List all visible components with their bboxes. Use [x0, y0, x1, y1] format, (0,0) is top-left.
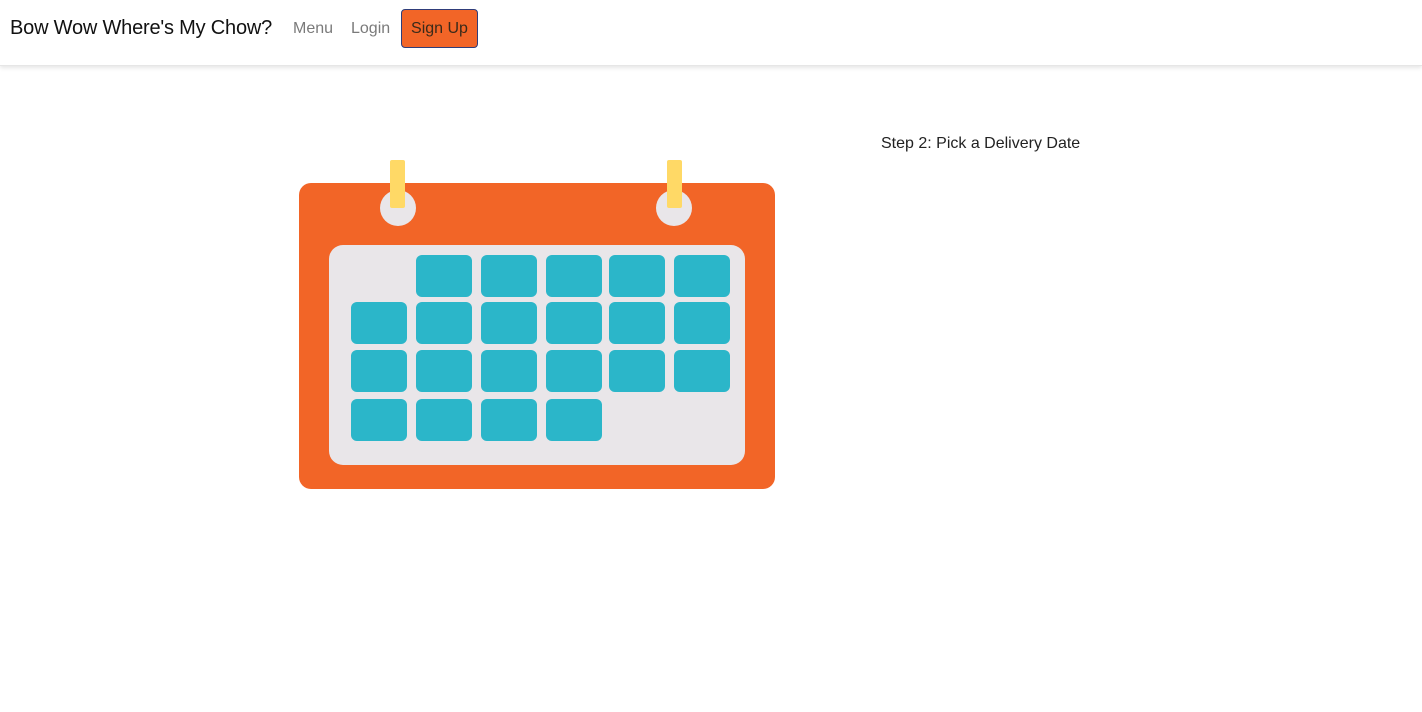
nav-link-login[interactable]: Login: [351, 20, 390, 38]
calendar-day-tile: [416, 399, 472, 441]
nav-link-menu[interactable]: Menu: [293, 20, 333, 38]
calendar-day-tile: [416, 255, 472, 297]
calendar-day-tile: [481, 350, 537, 392]
calendar-day-tile: [546, 350, 602, 392]
calendar-day-tile: [546, 255, 602, 297]
calendar-day-tile: [416, 302, 472, 344]
sign-up-button[interactable]: Sign Up: [401, 9, 478, 48]
calendar-day-tile: [481, 399, 537, 441]
calendar-day-tile: [546, 302, 602, 344]
calendar-day-tile: [546, 399, 602, 441]
calendar-day-tile: [351, 350, 407, 392]
calendar-day-tile: [674, 255, 730, 297]
step-label: Step 2: Pick a Delivery Date: [881, 135, 1081, 152]
brand-link[interactable]: Bow Wow Where's My Chow?: [10, 17, 272, 40]
top-navbar: Bow Wow Where's My Chow? Menu Login Sign…: [0, 0, 1422, 66]
calendar-day-tile: [609, 350, 665, 392]
calendar-day-tile: [351, 399, 407, 441]
calendar-day-tile: [609, 302, 665, 344]
calendar-day-tile: [674, 302, 730, 344]
calendar-day-tile: [481, 255, 537, 297]
calendar-day-tile: [481, 302, 537, 344]
calendar-day-tile: [416, 350, 472, 392]
calendar-day-tile: [674, 350, 730, 392]
calendar-day-tile: [351, 302, 407, 344]
calendar-icon: [297, 158, 777, 497]
calendar-day-tile: [609, 255, 665, 297]
